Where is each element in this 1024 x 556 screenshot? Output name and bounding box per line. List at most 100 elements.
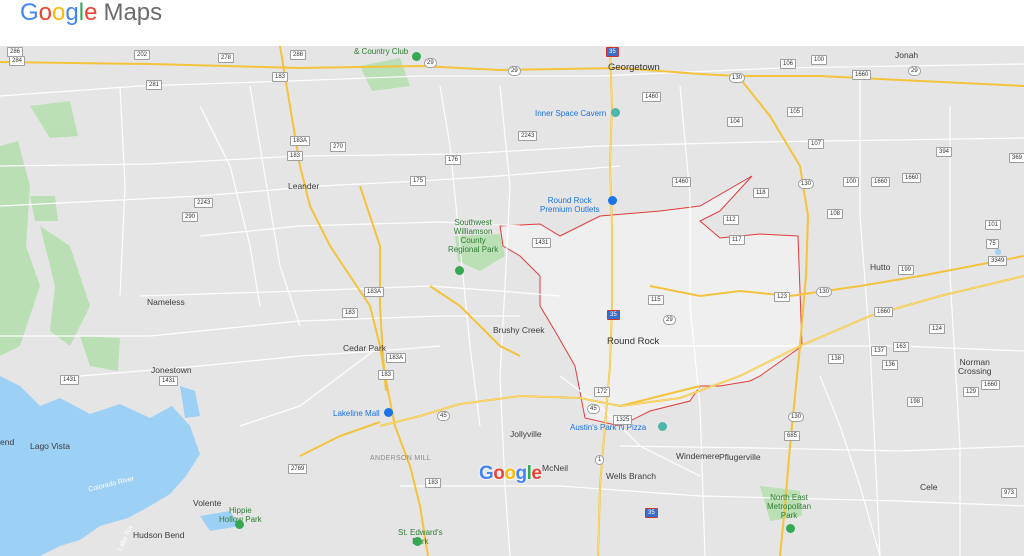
route-shield: 1431	[60, 375, 80, 385]
route-shield: 29	[663, 315, 676, 325]
route-shield: 106	[780, 59, 797, 69]
route-shield: 1325	[613, 415, 633, 425]
route-shield: 278	[218, 53, 235, 63]
watermark-letter: g	[515, 463, 528, 484]
poi-label-round-rock-outlets[interactable]: Round Rock Premium Outlets	[540, 196, 600, 214]
route-shield: 2243	[518, 131, 538, 141]
route-shield: 163	[893, 342, 910, 352]
route-shield: 130	[798, 179, 815, 189]
park-label-country-club[interactable]: & Country Club	[354, 47, 408, 56]
route-shield: 685	[784, 431, 801, 441]
park-pin-icon[interactable]	[455, 266, 464, 275]
route-shield: 1660	[902, 173, 922, 183]
route-shield: 281	[146, 80, 163, 90]
route-shield: 183	[272, 72, 289, 82]
route-shield: 136	[882, 360, 899, 370]
route-shield: 183	[287, 151, 304, 161]
poi-label-lakeline-mall[interactable]: Lakeline Mall	[333, 409, 380, 418]
interstate-shield: 35	[607, 310, 620, 320]
watermark-letter: o	[493, 463, 505, 484]
watermark-letter: G	[479, 463, 494, 484]
route-shield: 107	[808, 139, 825, 149]
poi-label-inner-space-cavern[interactable]: Inner Space Cavern	[535, 109, 606, 118]
route-shield: 369	[1009, 153, 1024, 163]
route-shield: 183	[378, 370, 395, 380]
route-shield: 108	[827, 209, 844, 219]
route-shield: 270	[330, 142, 347, 152]
place-label-jonah: Jonah	[895, 50, 919, 60]
route-shield: 1431	[159, 376, 179, 386]
route-shield: 1431	[532, 238, 552, 248]
place-label-brushy-creek: Brushy Creek	[493, 325, 545, 335]
place-label-lago-vista: Lago Vista	[30, 441, 71, 451]
watermark-letter: o	[504, 463, 516, 484]
place-label-hudson-bend: Hudson Bend	[133, 530, 185, 540]
shopping-bag-icon[interactable]	[608, 196, 617, 205]
place-label-volente: Volente	[193, 498, 222, 508]
route-shield: 1660	[852, 70, 872, 80]
route-shield: 130	[729, 73, 746, 83]
route-shield: 183	[425, 478, 442, 488]
route-shield: 202	[134, 50, 151, 60]
route-shield: 115	[648, 295, 664, 305]
route-shield: 123	[774, 292, 791, 302]
route-shield: 176	[445, 155, 462, 165]
route-shield: 2769	[288, 464, 308, 474]
cave-icon[interactable]	[611, 108, 620, 117]
park-label-southwest-williamson[interactable]: Southwest Williamson County Regional Par…	[448, 218, 498, 254]
mall-icon[interactable]	[384, 408, 393, 417]
route-shield: 183A	[364, 287, 385, 297]
amusement-park-icon[interactable]	[658, 422, 667, 431]
place-label-jollyville: Jollyville	[510, 429, 542, 439]
route-shield: 124	[929, 324, 946, 334]
header-bar: Google Maps	[0, 0, 1024, 46]
route-shield: 137	[871, 346, 888, 356]
golf-pin-icon[interactable]	[412, 52, 421, 61]
route-shield: 129	[963, 387, 980, 397]
place-label-mcneil: McNeil	[542, 463, 568, 473]
park-pin-icon-st-edwards[interactable]	[413, 537, 422, 546]
route-shield: 183	[342, 308, 359, 318]
route-shield: 112	[723, 215, 739, 225]
route-shield: 29	[908, 66, 921, 76]
route-shield: 1460	[672, 177, 692, 187]
place-label-windemere: Windemere	[676, 451, 720, 461]
route-shield: 100	[843, 177, 860, 187]
place-label-norman-crossing: Norman Crossing	[958, 357, 992, 376]
route-shield: 175	[410, 176, 427, 186]
place-label-nameless: Nameless	[147, 297, 185, 307]
route-shield: 1460	[642, 92, 662, 102]
route-shield: 101	[985, 220, 1002, 230]
place-label-bend: end	[0, 437, 15, 447]
google-watermark: Google	[479, 463, 542, 485]
park-label-north-east-metropolitan[interactable]: North East Metropolitan Park	[767, 493, 811, 520]
place-label-round-rock: Round Rock	[607, 336, 660, 347]
route-shield: 1660	[981, 380, 1001, 390]
interstate-shield: 35	[606, 47, 619, 57]
route-shield: 1660	[871, 177, 891, 187]
google-maps-logo[interactable]: Google Maps	[20, 0, 162, 28]
route-shield: 198	[907, 397, 924, 407]
poi-label-austins-park[interactable]: Austin's Park N Pizza	[570, 423, 646, 432]
park-pin-icon-metro[interactable]	[786, 524, 795, 533]
route-shield: 3349	[988, 256, 1008, 266]
place-label-cedar-park: Cedar Park	[343, 343, 386, 353]
route-shield: 172	[594, 387, 611, 397]
route-shield: 973	[1001, 488, 1018, 498]
park-pin-icon-hippie[interactable]	[235, 520, 244, 529]
route-shield: 284	[9, 56, 26, 66]
water-bodies	[0, 249, 1001, 556]
route-shield: 394	[936, 147, 953, 157]
place-label-hutto: Hutto	[870, 262, 891, 272]
route-shield: 105	[787, 107, 804, 117]
place-label-jonestown: Jonestown	[151, 365, 192, 375]
route-shield: 29	[424, 58, 437, 68]
route-shield: 75	[986, 239, 999, 249]
route-shield: 2243	[194, 198, 214, 208]
route-shield: 100	[811, 55, 828, 65]
route-shield: 183A	[386, 353, 407, 363]
interstate-shield: 35	[645, 508, 658, 518]
route-shield: 130	[816, 287, 833, 297]
place-label-wells-branch: Wells Branch	[606, 471, 656, 481]
route-shield: 183A	[290, 136, 311, 146]
